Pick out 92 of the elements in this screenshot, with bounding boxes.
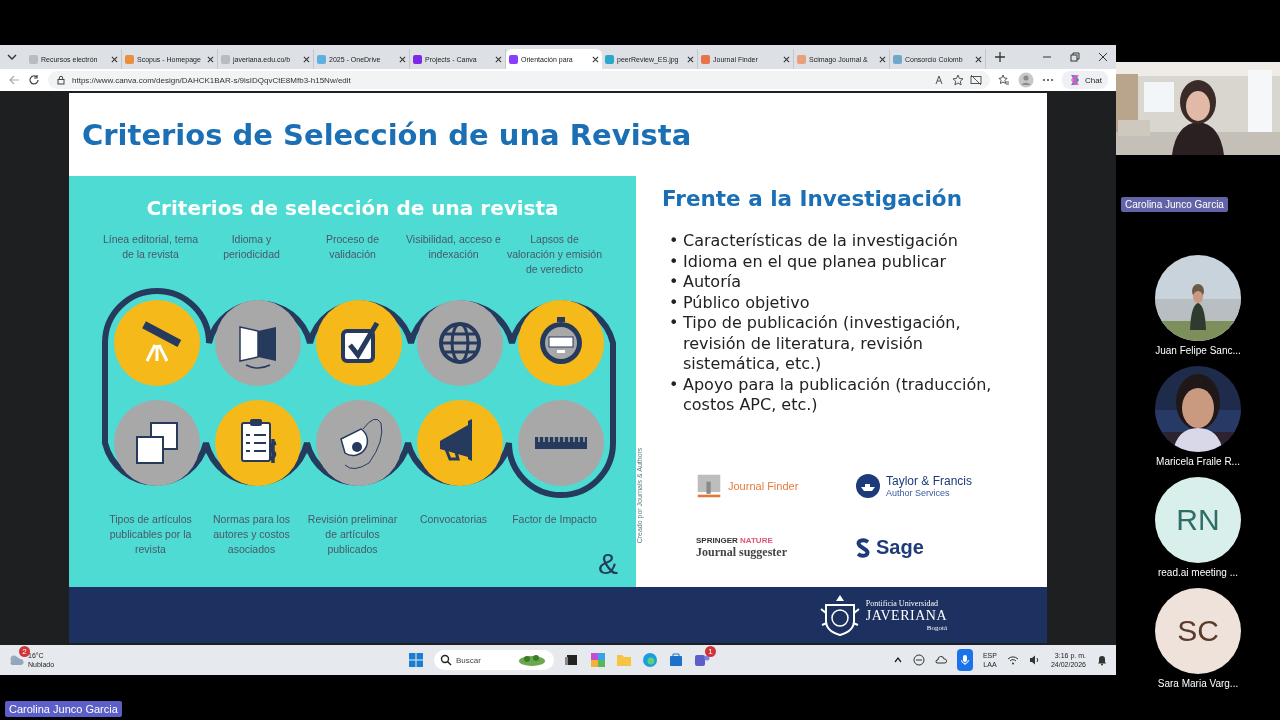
windows-start-icon[interactable] <box>408 652 424 668</box>
close-icon[interactable] <box>879 55 886 63</box>
boat-logo-icon <box>856 473 880 498</box>
logo-text: Sage <box>876 536 924 559</box>
media-icon[interactable] <box>970 74 983 86</box>
bullet-marker: • <box>669 313 680 334</box>
reload-icon[interactable] <box>28 74 40 86</box>
globe-icon <box>439 322 481 364</box>
chevron-up-icon[interactable] <box>892 655 903 665</box>
logo-text: Taylor & Francis <box>886 473 973 488</box>
bullet-marker: • <box>669 292 680 313</box>
bullet-text: Público objetivo <box>683 292 810 313</box>
bullet-text: Características de la investigación <box>683 231 958 252</box>
teams-icon[interactable] <box>694 652 710 668</box>
restore-icon[interactable] <box>1070 52 1080 62</box>
microphone-icon <box>958 654 971 666</box>
lock-icon <box>56 75 66 85</box>
logo-text: Journal Finder <box>728 479 799 492</box>
university-name: JAVERIANA <box>865 607 947 624</box>
task-view-icon[interactable] <box>564 652 580 668</box>
store-icon[interactable] <box>668 652 684 668</box>
profile-icon[interactable] <box>1018 72 1035 88</box>
wifi-icon[interactable] <box>1006 654 1019 666</box>
search-field[interactable]: Buscar <box>434 650 554 670</box>
brand-mark: & <box>598 549 618 579</box>
avatar: RN <box>1155 477 1241 563</box>
participant-name: Maricela Fraile R... <box>1156 456 1240 467</box>
checkbox-icon <box>341 321 380 363</box>
logo-subtext: Author Services <box>886 487 951 498</box>
criterion-label: Convocatorias <box>418 512 489 527</box>
volume-icon[interactable] <box>1028 654 1041 666</box>
close-icon[interactable] <box>303 55 310 63</box>
participant-name: Juan Felipe Sanc... <box>1155 345 1241 356</box>
close-icon[interactable] <box>1098 52 1108 62</box>
new-tab-icon[interactable] <box>994 51 1006 63</box>
criterion-label: Factor de Impacto <box>511 512 598 527</box>
app-icon[interactable] <box>590 652 606 668</box>
criterion-label: Revisión preliminar de artículos publicados <box>306 512 399 557</box>
notification-badge: 2 <box>19 646 30 657</box>
stopwatch-icon <box>540 317 582 364</box>
criterion-label: Lapsos de valoración y emisión de veredicto <box>506 232 603 277</box>
close-icon[interactable] <box>399 55 406 63</box>
star-icon[interactable] <box>952 74 965 86</box>
slide-title: Criterios de Selección de una Revista <box>82 117 692 152</box>
presenter-name-tag: Carolina Junco Garcia <box>1121 197 1228 212</box>
close-icon[interactable] <box>207 55 214 63</box>
landscape-icon <box>518 653 546 667</box>
bullet-marker: • <box>669 374 680 396</box>
participant-name: read.ai meeting ... <box>1157 567 1238 578</box>
bullet-text: Tipo de publicación (investigación, revisión de literatura, revisión sistemática, etc.) <box>683 313 962 375</box>
close-icon[interactable] <box>592 55 599 63</box>
close-icon[interactable] <box>495 55 502 63</box>
bullet-text: Idioma en el que planea publicar <box>683 251 947 272</box>
criterion-label: Tipos de artículos publicables por la revista <box>108 512 193 557</box>
address-field[interactable]: https://www.canva.com/design/DAHCK1BAR-s/9isIDQqvCtE8Mfb3-h15Nw/edit <box>48 71 991 89</box>
participant-name: Sara Maria Varg... <box>1157 678 1239 689</box>
criterion-label: Idioma y periodicidad <box>222 232 281 262</box>
microphone-button[interactable] <box>956 649 973 671</box>
copy-icon <box>136 422 178 464</box>
close-icon[interactable] <box>687 55 694 63</box>
bullet-marker: • <box>669 251 680 272</box>
notification-badge: 1 <box>705 646 716 657</box>
megaphone-icon <box>440 419 472 461</box>
clipboard-icon <box>241 419 278 465</box>
speaker-name-tag: Carolina Junco Garcia <box>5 701 122 717</box>
bell-icon[interactable] <box>1096 654 1108 666</box>
logo-brand: SPRINGER NATURE <box>696 535 774 545</box>
close-icon[interactable] <box>111 55 118 63</box>
criterion-label: Línea editorial, tema de la revista <box>102 232 199 262</box>
criterion-label: Visibilidad, acceso e indexación <box>405 232 502 262</box>
search-icon <box>440 654 452 666</box>
telescope-icon <box>142 321 182 363</box>
section-title: Frente a la Investigación <box>662 186 963 211</box>
sage-logo-icon <box>856 537 870 558</box>
close-icon[interactable] <box>783 55 790 63</box>
chat-button[interactable]: Chat <box>1062 71 1108 89</box>
bullet-text: Autoría <box>683 272 741 293</box>
infographic-title: Criterios de selección de una revista <box>145 196 560 220</box>
university-subtitle: Pontificia Universidad <box>865 598 939 608</box>
logo-text: Journal suggester <box>696 544 787 560</box>
tree-logo-icon <box>696 472 722 499</box>
criterion-label: Normas para los autores y costos asociados <box>212 512 291 557</box>
bullet-marker: • <box>669 231 680 252</box>
avatar: SC <box>1155 588 1241 674</box>
bullet-text: Apoyo para la publicación (traducción, costos APC, etc.) <box>683 374 993 416</box>
favorites-icon[interactable] <box>998 74 1011 86</box>
whistle-icon <box>340 418 383 470</box>
cloud-icon[interactable] <box>934 654 947 666</box>
criterion-label: Proceso de validación <box>324 232 381 262</box>
close-icon[interactable] <box>975 55 982 63</box>
bullet-marker: • <box>669 272 680 293</box>
ruler-icon <box>535 436 587 449</box>
